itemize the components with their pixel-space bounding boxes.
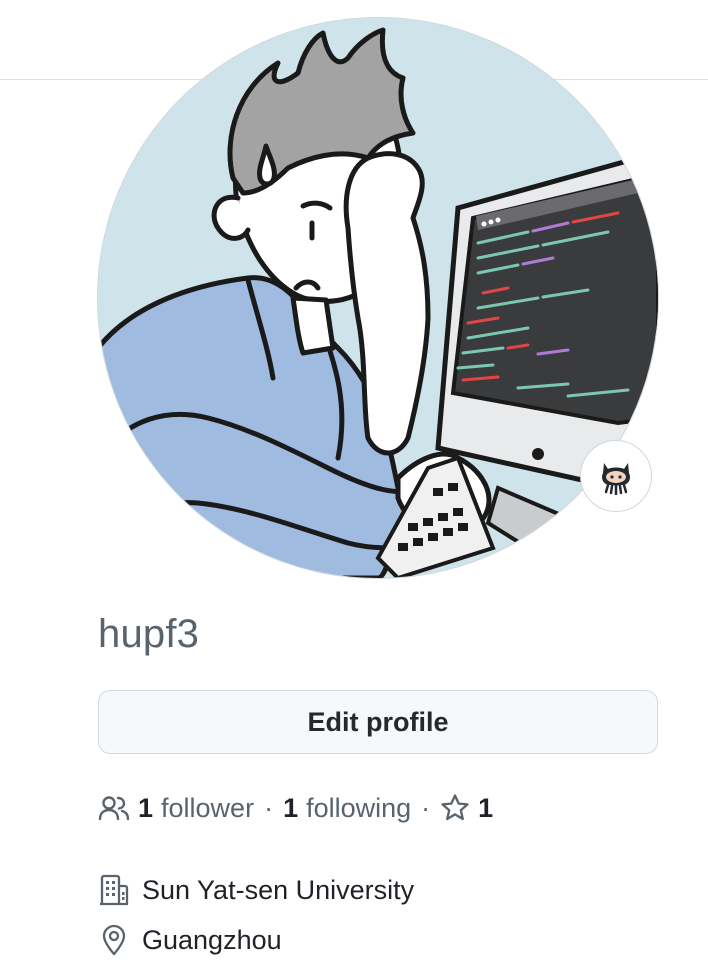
following-count: 1	[283, 792, 299, 823]
separator-dot: ·	[421, 792, 431, 823]
stars-link[interactable]: 1	[440, 793, 493, 824]
people-icon	[98, 796, 130, 821]
star-icon	[441, 794, 469, 821]
stars-count: 1	[478, 792, 494, 823]
octocat-icon	[602, 463, 630, 495]
following-label: following	[306, 792, 412, 823]
organization-name: Sun Yat-sen University	[142, 874, 415, 905]
organization-icon	[98, 874, 130, 906]
location-pin-icon	[98, 924, 130, 956]
followers-label: follower	[161, 792, 255, 823]
location-name: Guangzhou	[142, 924, 282, 955]
status-badge[interactable]	[580, 440, 652, 512]
following-link[interactable]: 1 following	[283, 793, 411, 824]
separator-dot: ·	[264, 792, 274, 823]
followers-count: 1	[138, 792, 154, 823]
organization-item: Sun Yat-sen University	[98, 870, 414, 910]
profile-stats: 1 follower · 1 following · 1	[98, 788, 493, 828]
avatar-illustration	[98, 18, 658, 578]
profile-username: hupf3	[98, 612, 200, 656]
location-item: Guangzhou	[98, 920, 282, 960]
avatar[interactable]	[98, 18, 658, 578]
avatar-container	[98, 18, 658, 578]
edit-profile-button[interactable]: Edit profile	[98, 690, 658, 754]
followers-link[interactable]: 1 follower	[98, 793, 254, 824]
